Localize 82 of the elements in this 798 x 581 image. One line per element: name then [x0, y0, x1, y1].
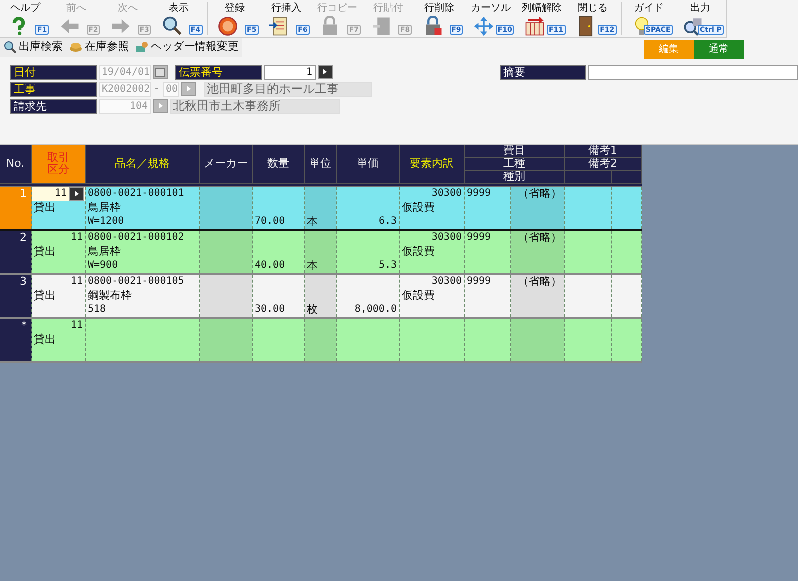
column-header: 費目 [465, 145, 565, 158]
cell-text: 仮設費 [402, 245, 436, 259]
cell-text: 貸出 [34, 201, 57, 215]
row-number[interactable]: 3 [0, 275, 32, 317]
ok-icon [216, 16, 240, 37]
column-header: 種別 [465, 171, 565, 184]
column-header: 品名／規格 [86, 145, 200, 184]
arrow-icon [72, 190, 80, 198]
cell-text: 鳥居枠 [88, 245, 122, 259]
field-label: 日付 [10, 64, 97, 80]
column-header: 取引区分 [32, 145, 86, 184]
arrow-icon [184, 85, 192, 93]
cell-text: 貸出 [34, 289, 57, 303]
column-header: 備考2 [565, 158, 642, 171]
cell-text: 本 [307, 259, 319, 273]
column-header: 要素内訳 [400, 145, 465, 184]
row-number[interactable]: 2 [0, 231, 32, 273]
column-header: メーカー [200, 145, 253, 184]
cell-text: W=1200 [88, 215, 126, 229]
cell-text: 9999 [467, 231, 492, 245]
cell-text: 本 [307, 215, 319, 229]
cell-text: （省略） [517, 275, 562, 289]
cell-text: 9999 [467, 275, 492, 289]
calendar-icon [155, 68, 166, 76]
cell-text: 30300 [430, 187, 462, 201]
cell-text: 0800-0021-000105 [88, 275, 186, 289]
input-field[interactable]: 11 [32, 187, 85, 201]
cell-text: 貸出 [34, 333, 57, 347]
cell-text: 518 [88, 303, 108, 317]
column-header: 単価 [337, 145, 400, 184]
cell-text: 30300 [430, 231, 462, 245]
separator-text: - [154, 80, 160, 97]
cell-text: 8,000.0 [354, 303, 397, 317]
column-header: 数量 [253, 145, 305, 184]
arrow-icon [321, 68, 330, 76]
link-icon [135, 40, 149, 54]
cell-text: 枚 [307, 303, 319, 317]
cell-text: 鋼製布枠 [88, 289, 133, 303]
cell-text: 貸出 [34, 245, 57, 259]
toolbar-link[interactable]: 出庫検索 [0, 38, 66, 56]
input-field[interactable]: 1 [264, 64, 316, 80]
cell-text: 仮設費 [402, 289, 436, 303]
cell-text: 11 [70, 231, 83, 245]
mode-button[interactable]: 通常 [694, 40, 744, 59]
field-label: 摘要 [500, 64, 586, 80]
summary-field[interactable] [588, 64, 798, 80]
cell-text: 0800-0021-000102 [88, 231, 186, 245]
row-number[interactable]: * [0, 319, 32, 361]
toolbar-link[interactable]: 在庫参照 [66, 38, 132, 56]
link-icon [69, 40, 83, 54]
link-icon [3, 40, 17, 54]
cell-text: 0800-0021-000101 [88, 187, 186, 201]
arrow-icon [156, 102, 164, 110]
cell-text: 30300 [430, 275, 462, 289]
lookup-button[interactable] [318, 65, 333, 79]
cross-arrows-icon [472, 16, 496, 37]
field-label: 伝票番号 [174, 64, 262, 80]
field-label: 工事 [10, 82, 97, 96]
cell-text: 5.3 [378, 259, 397, 273]
cell-text: （省略） [517, 187, 562, 201]
column-header: No. [0, 145, 32, 184]
cell-text: 11 [70, 319, 83, 333]
cell-text: 11 [54, 187, 67, 201]
cell-text: 6.3 [378, 215, 397, 229]
calendar-button[interactable] [152, 65, 168, 79]
cell-text: （省略） [517, 231, 562, 245]
name-field: 池田町多目的ホール工事 [204, 82, 372, 96]
cell-text: 9999 [467, 187, 492, 201]
cell-text: 11 [70, 275, 83, 289]
cell-text: 30.00 [255, 303, 286, 317]
field-label: 請求先 [10, 98, 97, 114]
cell-text: 仮設費 [402, 201, 436, 215]
cell-text: 鳥居枠 [88, 201, 122, 215]
column-header: 備考1 [565, 145, 642, 158]
toolbar-link[interactable]: ヘッダー情報変更 [132, 38, 242, 56]
column-header: 工種 [465, 158, 565, 171]
cell-text: 70.00 [255, 215, 286, 229]
column-header: 単位 [305, 145, 337, 184]
name-field: 北秋田市土木事務所 [170, 98, 340, 114]
lookup-button[interactable] [69, 187, 84, 201]
cell-text: W=900 [88, 259, 120, 273]
cell-text: 40.00 [255, 259, 286, 273]
